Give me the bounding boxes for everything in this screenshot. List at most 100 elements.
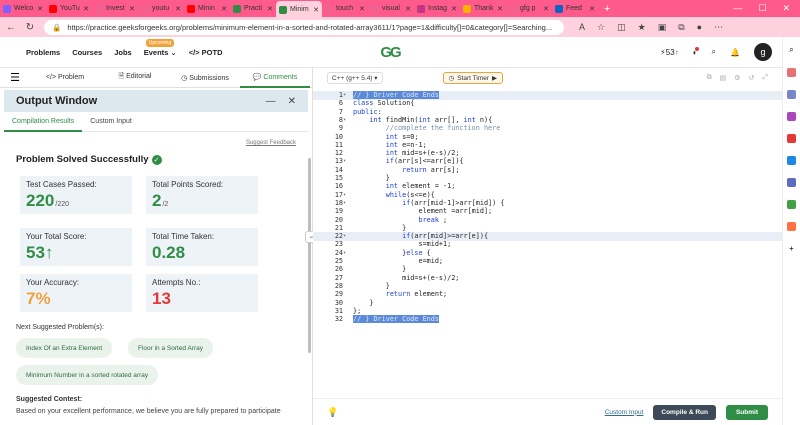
fold-icon[interactable]: ▾ — [343, 199, 346, 208]
browser-tab[interactable]: Instag ✕ — [414, 1, 460, 16]
code-line[interactable]: 9 //complete the function here — [313, 124, 782, 133]
nav-events[interactable]: Upcoming Events ⌄ — [144, 38, 177, 57]
code-line[interactable]: 21 } — [313, 224, 782, 233]
sidebar-games-icon[interactable] — [787, 112, 796, 121]
tab-comments[interactable]: 💬 Comments — [240, 68, 310, 88]
close-tab-icon[interactable]: ✕ — [221, 5, 227, 13]
close-tab-icon[interactable]: ✕ — [589, 5, 595, 13]
browser-tab[interactable]: touch ✕ — [322, 1, 368, 16]
code-line[interactable]: 20 break ; — [313, 216, 782, 225]
nav-problems[interactable]: Problems — [26, 48, 60, 57]
code-line[interactable]: 18 ▾ if(arr[mid-1]>arr[mid]) { — [313, 199, 782, 208]
fullscreen-icon[interactable]: ⤢ — [762, 74, 768, 82]
avatar[interactable]: g — [754, 43, 772, 61]
back-icon[interactable]: ← — [6, 22, 16, 33]
close-tab-icon[interactable]: ✕ — [129, 5, 135, 13]
code-line[interactable]: 16 int element = -1; — [313, 182, 782, 191]
close-tab-icon[interactable]: ✕ — [451, 5, 457, 13]
suggestion-chip[interactable]: Index Of an Extra Element — [16, 338, 113, 358]
start-timer-button[interactable]: ◷ Start Timer ▶ — [442, 72, 504, 84]
compile-run-button[interactable]: Compile & Run — [653, 404, 716, 420]
sidebar-add-icon[interactable]: + — [789, 244, 794, 253]
suggestion-chip[interactable]: Floor in a Sorted Array — [128, 338, 214, 358]
close-tab-icon[interactable]: ✕ — [267, 5, 273, 13]
code-line[interactable]: 24 ▾ }else { — [313, 249, 782, 258]
code-line[interactable]: 31}; — [313, 307, 782, 316]
code-line[interactable]: 26 } — [313, 265, 782, 274]
language-select[interactable]: C++ (g++ 5.4) ▾ — [327, 72, 383, 84]
code-line[interactable]: 1 ▾ // } Driver Code Ends — [313, 91, 782, 100]
reset-icon[interactable]: ↺ — [749, 74, 755, 82]
code-line[interactable]: 13 ▾ if(arr[s]<=arr[e]){ — [313, 157, 782, 166]
paste-icon[interactable]: ▤ — [720, 74, 727, 82]
search-icon[interactable]: ⌕ — [712, 47, 716, 57]
tab-custom-input[interactable]: Custom Input — [82, 112, 140, 132]
refresh-icon[interactable]: ↻ — [25, 22, 35, 33]
theme-toggle-icon[interactable]: ◐ — [693, 46, 699, 57]
close-tab-icon[interactable]: ✕ — [359, 5, 365, 13]
fold-icon[interactable]: ▾ — [343, 191, 346, 200]
code-line[interactable]: 12 int mid=s+(e-s)/2; — [313, 149, 782, 158]
custom-input-link[interactable]: Custom Input — [605, 409, 644, 416]
browser-tab[interactable]: youtu ✕ — [138, 1, 184, 16]
code-line[interactable]: 30 } — [313, 299, 782, 308]
code-line[interactable]: 29 return element; — [313, 290, 782, 299]
browser-tab[interactable]: Minim ✕ — [276, 1, 322, 18]
browser-tab[interactable]: Feed ✕ — [552, 1, 598, 16]
new-tab-button[interactable]: + — [598, 3, 616, 15]
tab-compilation-results[interactable]: Compilation Results — [4, 112, 83, 132]
streak-counter[interactable]: ⚡53↑ — [660, 48, 679, 57]
split-screen-icon[interactable]: ◫ — [617, 22, 626, 33]
collections-icon[interactable]: ▣ — [658, 22, 667, 33]
code-editor[interactable]: 1 ▾// } Driver Code Ends 6 class Solution{7… — [313, 88, 782, 398]
more-icon[interactable]: ⋯ — [714, 22, 723, 33]
fold-icon[interactable]: ▾ — [343, 249, 346, 258]
menu-icon[interactable]: ☰ — [0, 71, 30, 84]
code-line[interactable]: 15 } — [313, 174, 782, 183]
close-tab-icon[interactable]: ✕ — [313, 6, 319, 14]
settings-icon[interactable]: ⚙ — [734, 74, 740, 82]
code-line[interactable]: 19 element =arr[mid]; — [313, 207, 782, 216]
sidebar-app-icon[interactable] — [787, 222, 796, 231]
browser-tab[interactable]: YouTu ✕ — [46, 1, 92, 16]
sidebar-tree-icon[interactable] — [787, 200, 796, 209]
code-line[interactable]: 14 return arr[s]; — [313, 166, 782, 175]
browser-tab[interactable]: Welco ✕ — [0, 1, 46, 16]
sidebar-tools-icon[interactable] — [787, 90, 796, 99]
gfg-logo[interactable]: GG — [372, 42, 408, 63]
code-line[interactable]: 8 ▾ int findMin(int arr[], int n){ — [313, 116, 782, 125]
submit-button[interactable]: Submit — [725, 404, 768, 420]
fold-icon[interactable]: ▾ — [343, 116, 346, 125]
minimize-panel-icon[interactable]: — — [266, 96, 276, 107]
close-tab-icon[interactable]: ✕ — [37, 5, 43, 13]
browser-tab[interactable]: Practi ✕ — [230, 1, 276, 16]
close-tab-icon[interactable]: ✕ — [405, 5, 411, 13]
browser-tab[interactable]: Invest ✕ — [92, 1, 138, 16]
favorites-bar-icon[interactable]: ★ — [638, 22, 646, 33]
browser-tab[interactable]: visual ✕ — [368, 1, 414, 16]
profile-icon[interactable]: ● — [697, 22, 702, 33]
minimize-icon[interactable]: — — [733, 3, 742, 14]
favorite-icon[interactable]: ☆ — [597, 22, 605, 33]
suggestion-chip[interactable]: Minimum Number in a sorted rotated array — [16, 365, 159, 385]
code-line[interactable]: 27 mid=s+(e-s)/2; — [313, 274, 782, 283]
extensions-icon[interactable]: ⧉ — [678, 22, 684, 33]
url-field[interactable]: 🔒 https://practice.geeksforgeeks.org/pro… — [44, 19, 564, 35]
browser-tab[interactable]: Thank ✕ — [460, 1, 506, 16]
close-tab-icon[interactable]: ✕ — [175, 5, 181, 13]
nav-courses[interactable]: Courses — [72, 48, 102, 57]
sidebar-designer-icon[interactable] — [787, 178, 796, 187]
code-line[interactable]: 22 ▾ if(arr[mid]>=arr[e]){ — [313, 232, 782, 241]
code-line[interactable]: 17 ▾ while(s<=e){ — [313, 191, 782, 200]
lightbulb-icon[interactable]: 💡 — [327, 407, 338, 418]
nav-jobs[interactable]: Jobs — [114, 48, 132, 57]
code-line[interactable]: 11 int e=n-1; — [313, 141, 782, 150]
tab-problem[interactable]: </> Problem — [30, 74, 100, 81]
sidebar-outlook-icon[interactable] — [787, 156, 796, 165]
close-tab-icon[interactable]: ✕ — [497, 5, 503, 13]
sidebar-office-icon[interactable] — [787, 134, 796, 143]
tab-editorial[interactable]: 🗎 Editorial — [100, 72, 170, 83]
nav-potd[interactable]: </> POTD — [189, 48, 223, 57]
fold-icon[interactable]: ▾ — [343, 91, 346, 100]
close-window-icon[interactable]: ✕ — [782, 3, 790, 14]
